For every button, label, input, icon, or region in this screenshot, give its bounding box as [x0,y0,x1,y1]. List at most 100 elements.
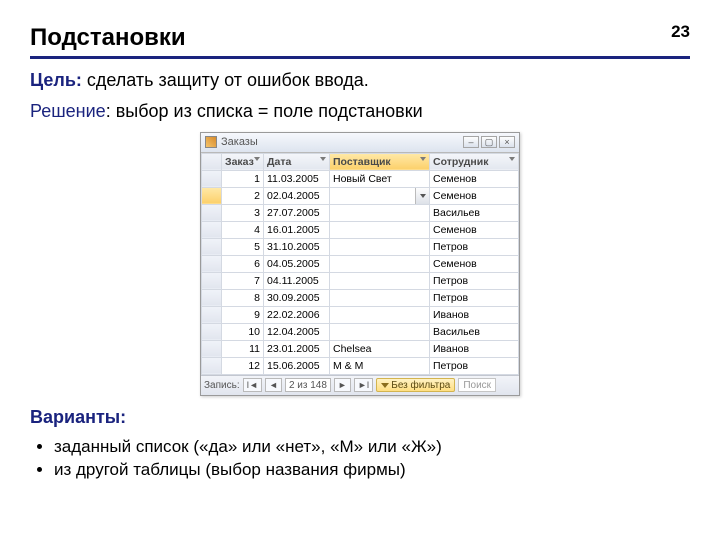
cell-employee[interactable]: Семенов [430,170,519,187]
cell-order[interactable]: 2 [222,187,264,204]
col-header-supplier[interactable]: Поставщик [330,153,430,170]
window-controls: – ▢ × [463,136,515,148]
cell-supplier[interactable]: M & M [330,357,430,374]
cell-order[interactable]: 10 [222,323,264,340]
row-selector[interactable] [202,238,222,255]
table-row[interactable]: 1123.01.2005ChelseaИванов [202,340,519,357]
app-window: Заказы – ▢ × Заказ Дата Поставщик [200,132,520,396]
table-row[interactable]: 111.03.2005Новый СветСеменов [202,170,519,187]
cell-date[interactable]: 22.02.2006 [264,306,330,323]
cell-order[interactable]: 12 [222,357,264,374]
cell-order[interactable]: 9 [222,306,264,323]
cell-employee[interactable]: Васильев [430,204,519,221]
cell-employee[interactable]: Петров [430,272,519,289]
cell-supplier[interactable] [330,221,430,238]
cell-date[interactable]: 02.04.2005 [264,187,330,204]
minimize-button[interactable]: – [463,136,479,148]
table-row[interactable]: 327.07.2005 Васильев [202,204,519,221]
dropdown-button[interactable] [415,188,429,204]
cell-order[interactable]: 11 [222,340,264,357]
cell-date[interactable]: 04.05.2005 [264,255,330,272]
col-header-order[interactable]: Заказ [222,153,264,170]
cell-date[interactable]: 23.01.2005 [264,340,330,357]
cell-supplier[interactable] [330,323,430,340]
cell-supplier[interactable] [330,306,430,323]
access-screenshot: Заказы – ▢ × Заказ Дата Поставщик [30,132,690,396]
cell-order[interactable]: 4 [222,221,264,238]
cell-supplier[interactable] [330,204,430,221]
cell-order[interactable]: 1 [222,170,264,187]
row-selector[interactable] [202,289,222,306]
cell-employee[interactable]: Иванов [430,340,519,357]
cell-date[interactable]: 04.11.2005 [264,272,330,289]
table-icon [205,136,217,148]
restore-button[interactable]: ▢ [481,136,497,148]
row-selector[interactable] [202,170,222,187]
table-row[interactable]: 704.11.2005 Петров [202,272,519,289]
cell-employee[interactable]: Васильев [430,323,519,340]
cell-date[interactable]: 27.07.2005 [264,204,330,221]
solution-label: Решение [30,101,106,121]
table-row[interactable]: 830.09.2005 Петров [202,289,519,306]
row-selector[interactable] [202,255,222,272]
cell-employee[interactable]: Иванов [430,306,519,323]
page-number: 23 [671,22,690,42]
row-selector-header[interactable] [202,153,222,170]
table-row[interactable]: 1012.04.2005 Васильев [202,323,519,340]
cell-order[interactable]: 8 [222,289,264,306]
nav-first[interactable]: I◄ [243,378,262,392]
row-selector[interactable] [202,340,222,357]
cell-order[interactable]: 5 [222,238,264,255]
table-row[interactable]: 202.04.2005Новый СветНовый СветБелвестБр… [202,187,519,204]
table-row[interactable]: 416.01.2005 Семенов [202,221,519,238]
variants-heading: Варианты: [30,406,690,429]
cell-employee[interactable]: Петров [430,357,519,374]
cell-employee[interactable]: Петров [430,238,519,255]
nav-prev[interactable]: ◄ [265,378,282,392]
variants-label: Варианты: [30,407,126,427]
cell-employee[interactable]: Семенов [430,187,519,204]
filter-indicator[interactable]: Без фильтра [376,378,455,392]
cell-supplier[interactable] [330,238,430,255]
record-position[interactable]: 2 из 148 [285,378,331,392]
table-row[interactable]: 1215.06.2005M & MПетров [202,357,519,374]
table-row[interactable]: 604.05.2005 Семенов [202,255,519,272]
cell-order[interactable]: 7 [222,272,264,289]
cell-order[interactable]: 6 [222,255,264,272]
cell-employee[interactable]: Петров [430,289,519,306]
row-selector[interactable] [202,306,222,323]
table-row[interactable]: 922.02.2006 Иванов [202,306,519,323]
nav-last[interactable]: ►I [354,378,373,392]
cell-order[interactable]: 3 [222,204,264,221]
close-button[interactable]: × [499,136,515,148]
funnel-icon [381,383,389,388]
row-selector[interactable] [202,204,222,221]
table-row[interactable]: 531.10.2005 Петров [202,238,519,255]
cell-supplier[interactable]: Новый Свет [330,170,430,187]
cell-date[interactable]: 16.01.2005 [264,221,330,238]
cell-supplier[interactable] [330,272,430,289]
window-title: Заказы [221,136,463,148]
cell-date[interactable]: 30.09.2005 [264,289,330,306]
row-selector[interactable] [202,221,222,238]
cell-date[interactable]: 31.10.2005 [264,238,330,255]
cell-date[interactable]: 11.03.2005 [264,170,330,187]
cell-employee[interactable]: Семенов [430,255,519,272]
list-item: заданный список («да» или «нет», «М» или… [54,437,690,457]
row-selector[interactable] [202,272,222,289]
row-selector[interactable] [202,357,222,374]
cell-supplier[interactable]: Новый СветНовый СветБелвестБрестская кре… [330,187,430,204]
cell-supplier[interactable] [330,289,430,306]
nav-next[interactable]: ► [334,378,351,392]
data-table: Заказ Дата Поставщик Сотрудник 111.03.20… [201,153,519,375]
cell-employee[interactable]: Семенов [430,221,519,238]
row-selector[interactable] [202,323,222,340]
row-selector[interactable] [202,187,222,204]
cell-supplier[interactable]: Chelsea [330,340,430,357]
col-header-date[interactable]: Дата [264,153,330,170]
col-header-employee[interactable]: Сотрудник [430,153,519,170]
cell-date[interactable]: 15.06.2005 [264,357,330,374]
cell-date[interactable]: 12.04.2005 [264,323,330,340]
search-box[interactable]: Поиск [458,378,496,392]
cell-supplier[interactable] [330,255,430,272]
